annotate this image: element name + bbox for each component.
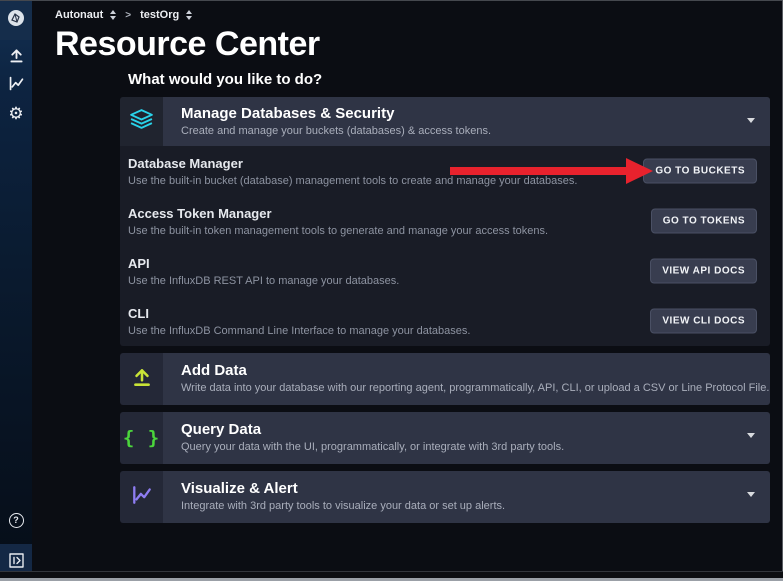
sidebar-item-help[interactable]: ? — [5, 510, 27, 530]
section-icon-cell — [120, 97, 163, 146]
section-subtitle: Create and manage your buckets (database… — [181, 125, 740, 137]
main-content: Autonaut > testOrg Resource Center What … — [32, 0, 783, 581]
section-header-main: Query Data Query your data with the UI, … — [163, 412, 770, 464]
nav-sidebar: ⚙ ? — [0, 0, 32, 581]
upload-icon — [131, 366, 153, 393]
braces-icon: { } — [123, 427, 160, 449]
section-subtitle: Query your data with the UI, programmati… — [181, 441, 740, 453]
org-switcher-icon[interactable] — [110, 10, 116, 20]
row-title: CLI — [128, 306, 620, 321]
section-visualize-alert[interactable]: Visualize & Alert Integrate with 3rd par… — [120, 471, 770, 523]
chevron-down-icon[interactable] — [747, 118, 755, 123]
app-window: ⚙ ? Autonaut > testOrg Resource Center — [0, 0, 783, 581]
influxdb-logo-button[interactable] — [0, 0, 32, 40]
gear-icon: ⚙ — [8, 105, 23, 122]
project-switcher-icon[interactable] — [186, 10, 192, 20]
row-cli: CLI Use the InfluxDB Command Line Interf… — [120, 296, 770, 346]
influxdb-logo-icon — [7, 9, 25, 32]
section-add-data[interactable]: Add Data Write data into your database w… — [120, 353, 770, 405]
breadcrumb-separator-icon: > — [125, 10, 131, 21]
section-body: Database Manager Use the built-in bucket… — [120, 146, 770, 346]
sidebar-item-data-explorer[interactable] — [5, 77, 27, 94]
view-cli-docs-button[interactable]: VIEW CLI DOCS — [650, 309, 757, 334]
graph-icon — [8, 75, 25, 97]
section-header-main: Manage Databases & Security Create and m… — [163, 97, 770, 146]
row-database-manager: Database Manager Use the built-in bucket… — [120, 146, 770, 196]
section-header-main: Visualize & Alert Integrate with 3rd par… — [163, 471, 770, 523]
section-query-data[interactable]: { } Query Data Query your data with the … — [120, 412, 770, 464]
go-to-buckets-button[interactable]: GO TO BUCKETS — [643, 159, 757, 184]
page-title: Resource Center — [55, 24, 783, 64]
sidebar-nav: ⚙ — [5, 49, 27, 122]
help-icon: ? — [9, 513, 24, 528]
section-icon-cell — [120, 353, 163, 405]
chart-icon — [131, 484, 153, 511]
section-header-main: Add Data Write data into your database w… — [163, 353, 770, 405]
breadcrumb-project[interactable]: testOrg — [140, 9, 179, 21]
red-arrow-head — [626, 158, 653, 184]
section-subtitle: Integrate with 3rd party tools to visual… — [181, 500, 740, 512]
red-arrow-annotation — [450, 158, 653, 184]
resource-center: What would you like to do? — [120, 71, 770, 523]
row-title: API — [128, 256, 620, 271]
view-api-docs-button[interactable]: VIEW API DOCS — [650, 259, 757, 284]
section-title: Query Data — [181, 421, 740, 439]
row-description: Use the InfluxDB Command Line Interface … — [128, 325, 620, 337]
upload-icon — [8, 47, 25, 69]
window-bottom-edge — [0, 571, 783, 581]
sidebar-item-settings[interactable]: ⚙ — [5, 105, 27, 122]
row-api: API Use the InfluxDB REST API to manage … — [120, 246, 770, 296]
chevron-down-icon[interactable] — [747, 433, 755, 438]
feedback-icon — [9, 553, 24, 573]
question-heading: What would you like to do? — [128, 71, 770, 88]
layers-icon — [129, 109, 154, 135]
row-title: Access Token Manager — [128, 206, 620, 221]
section-header-manage-databases[interactable]: Manage Databases & Security Create and m… — [120, 97, 770, 146]
section-title: Add Data — [181, 362, 769, 380]
window-top-edge — [0, 0, 783, 1]
row-access-token-manager: Access Token Manager Use the built-in to… — [120, 196, 770, 246]
section-subtitle: Write data into your database with our r… — [181, 382, 769, 394]
section-title: Manage Databases & Security — [181, 105, 740, 123]
red-arrow-shaft — [450, 167, 626, 175]
sidebar-item-load-data[interactable] — [5, 49, 27, 66]
breadcrumb-org[interactable]: Autonaut — [55, 9, 103, 21]
breadcrumb: Autonaut > testOrg — [32, 0, 783, 21]
row-description: Use the InfluxDB REST API to manage your… — [128, 275, 620, 287]
row-description: Use the built-in token management tools … — [128, 225, 620, 237]
chevron-down-icon[interactable] — [747, 492, 755, 497]
section-title: Visualize & Alert — [181, 480, 740, 498]
section-icon-cell: { } — [120, 412, 163, 464]
section-manage-databases: Manage Databases & Security Create and m… — [120, 97, 770, 346]
go-to-tokens-button[interactable]: GO TO TOKENS — [651, 209, 757, 234]
section-icon-cell — [120, 471, 163, 523]
